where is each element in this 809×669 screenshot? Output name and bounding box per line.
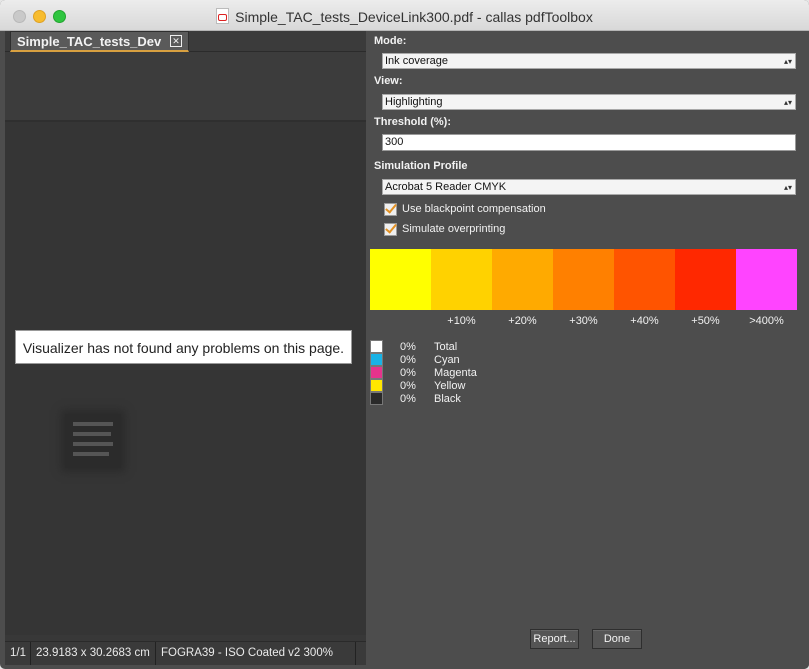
thumbnail-line [73, 442, 113, 446]
overprint-checkbox[interactable] [384, 223, 397, 236]
legend-ink-name: Black [434, 393, 461, 405]
window-title-text: Simple_TAC_tests_DeviceLink300.pdf - cal… [235, 9, 593, 25]
ink-coverage-scale [370, 249, 797, 310]
report-button[interactable]: Report... [530, 629, 579, 649]
thumbnail-line [73, 452, 109, 456]
blackpoint-checkbox-label: Use blackpoint compensation [402, 203, 546, 215]
done-button[interactable]: Done [592, 629, 642, 649]
title-bar: Simple_TAC_tests_DeviceLink300.pdf - cal… [0, 0, 809, 31]
coverage-swatch [431, 249, 492, 310]
mode-select-value: Ink coverage [385, 55, 448, 67]
coverage-scale-label: +30% [569, 315, 598, 327]
legend-ink-name: Cyan [434, 354, 460, 366]
legend-percent: 0% [400, 341, 416, 353]
legend-ink-name: Yellow [434, 380, 466, 392]
coverage-swatch [492, 249, 553, 310]
legend-color-swatch [370, 353, 383, 366]
overprint-checkbox-label: Simulate overprinting [402, 223, 506, 235]
chevron-up-down-icon: ▴▾ [783, 57, 792, 66]
legend-color-swatch [370, 379, 383, 392]
legend-percent: 0% [400, 354, 416, 366]
blackpoint-checkbox[interactable] [384, 203, 397, 216]
chevron-up-down-icon: ▴▾ [783, 183, 792, 192]
legend-color-swatch [370, 392, 383, 405]
view-select-value: Highlighting [385, 96, 443, 108]
coverage-swatch [553, 249, 614, 310]
simulation-profile-label: Simulation Profile [374, 160, 468, 172]
app-window: Simple_TAC_tests_DeviceLink300.pdf - cal… [0, 0, 809, 669]
view-label: View: [374, 75, 403, 87]
document-tab[interactable]: Simple_TAC_tests_Dev ✕ [10, 31, 189, 52]
visualizer-message: Visualizer has not found any problems on… [15, 330, 352, 364]
legend-color-swatch [370, 340, 383, 353]
document-viewer-pane: Simple_TAC_tests_Dev ✕ Visualizer has no… [5, 31, 366, 665]
status-page-size: 23.9183 x 30.2683 cm [31, 642, 156, 665]
coverage-scale-label: +20% [508, 315, 537, 327]
view-select[interactable]: Highlighting ▴▾ [382, 94, 796, 110]
viewer-toolbar-area [5, 52, 366, 122]
coverage-scale-label: +40% [630, 315, 659, 327]
visualizer-panel: Mode: Ink coverage ▴▾ View: Highlighting… [366, 31, 809, 669]
mode-select[interactable]: Ink coverage ▴▾ [382, 53, 796, 69]
thumbnail-line [73, 432, 111, 436]
thumbnail-line [73, 422, 113, 426]
legend-percent: 0% [400, 393, 416, 405]
window-title: Simple_TAC_tests_DeviceLink300.pdf - cal… [0, 8, 809, 25]
status-output-profile: FOGRA39 - ISO Coated v2 300% (ECI) [156, 642, 356, 665]
coverage-swatch [614, 249, 675, 310]
coverage-scale-label: +10% [447, 315, 476, 327]
page-canvas[interactable]: Visualizer has not found any problems on… [5, 122, 366, 635]
coverage-scale-label: >400% [749, 315, 784, 327]
coverage-swatch [736, 249, 797, 310]
mode-label: Mode: [374, 35, 407, 47]
document-tab-bar: Simple_TAC_tests_Dev ✕ [5, 31, 366, 52]
legend-percent: 0% [400, 367, 416, 379]
simulation-profile-value: Acrobat 5 Reader CMYK [385, 181, 507, 193]
page-content-thumbnail [65, 414, 121, 468]
legend-ink-name: Magenta [434, 367, 477, 379]
coverage-swatch [370, 249, 431, 310]
status-page-count: 1/1 [5, 642, 31, 665]
chevron-up-down-icon: ▴▾ [783, 98, 792, 107]
threshold-input[interactable]: 300 [382, 134, 796, 151]
document-tab-label: Simple_TAC_tests_Dev [17, 34, 162, 49]
coverage-swatch [675, 249, 736, 310]
legend-color-swatch [370, 366, 383, 379]
threshold-label: Threshold (%): [374, 116, 451, 128]
legend-ink-name: Total [434, 341, 458, 353]
simulation-profile-select[interactable]: Acrobat 5 Reader CMYK ▴▾ [382, 179, 796, 195]
coverage-scale-label: +50% [691, 315, 720, 327]
close-tab-icon[interactable]: ✕ [170, 35, 182, 47]
status-bar: 1/1 23.9183 x 30.2683 cm FOGRA39 - ISO C… [5, 641, 366, 665]
pdf-file-icon [216, 8, 230, 24]
legend-percent: 0% [400, 380, 416, 392]
